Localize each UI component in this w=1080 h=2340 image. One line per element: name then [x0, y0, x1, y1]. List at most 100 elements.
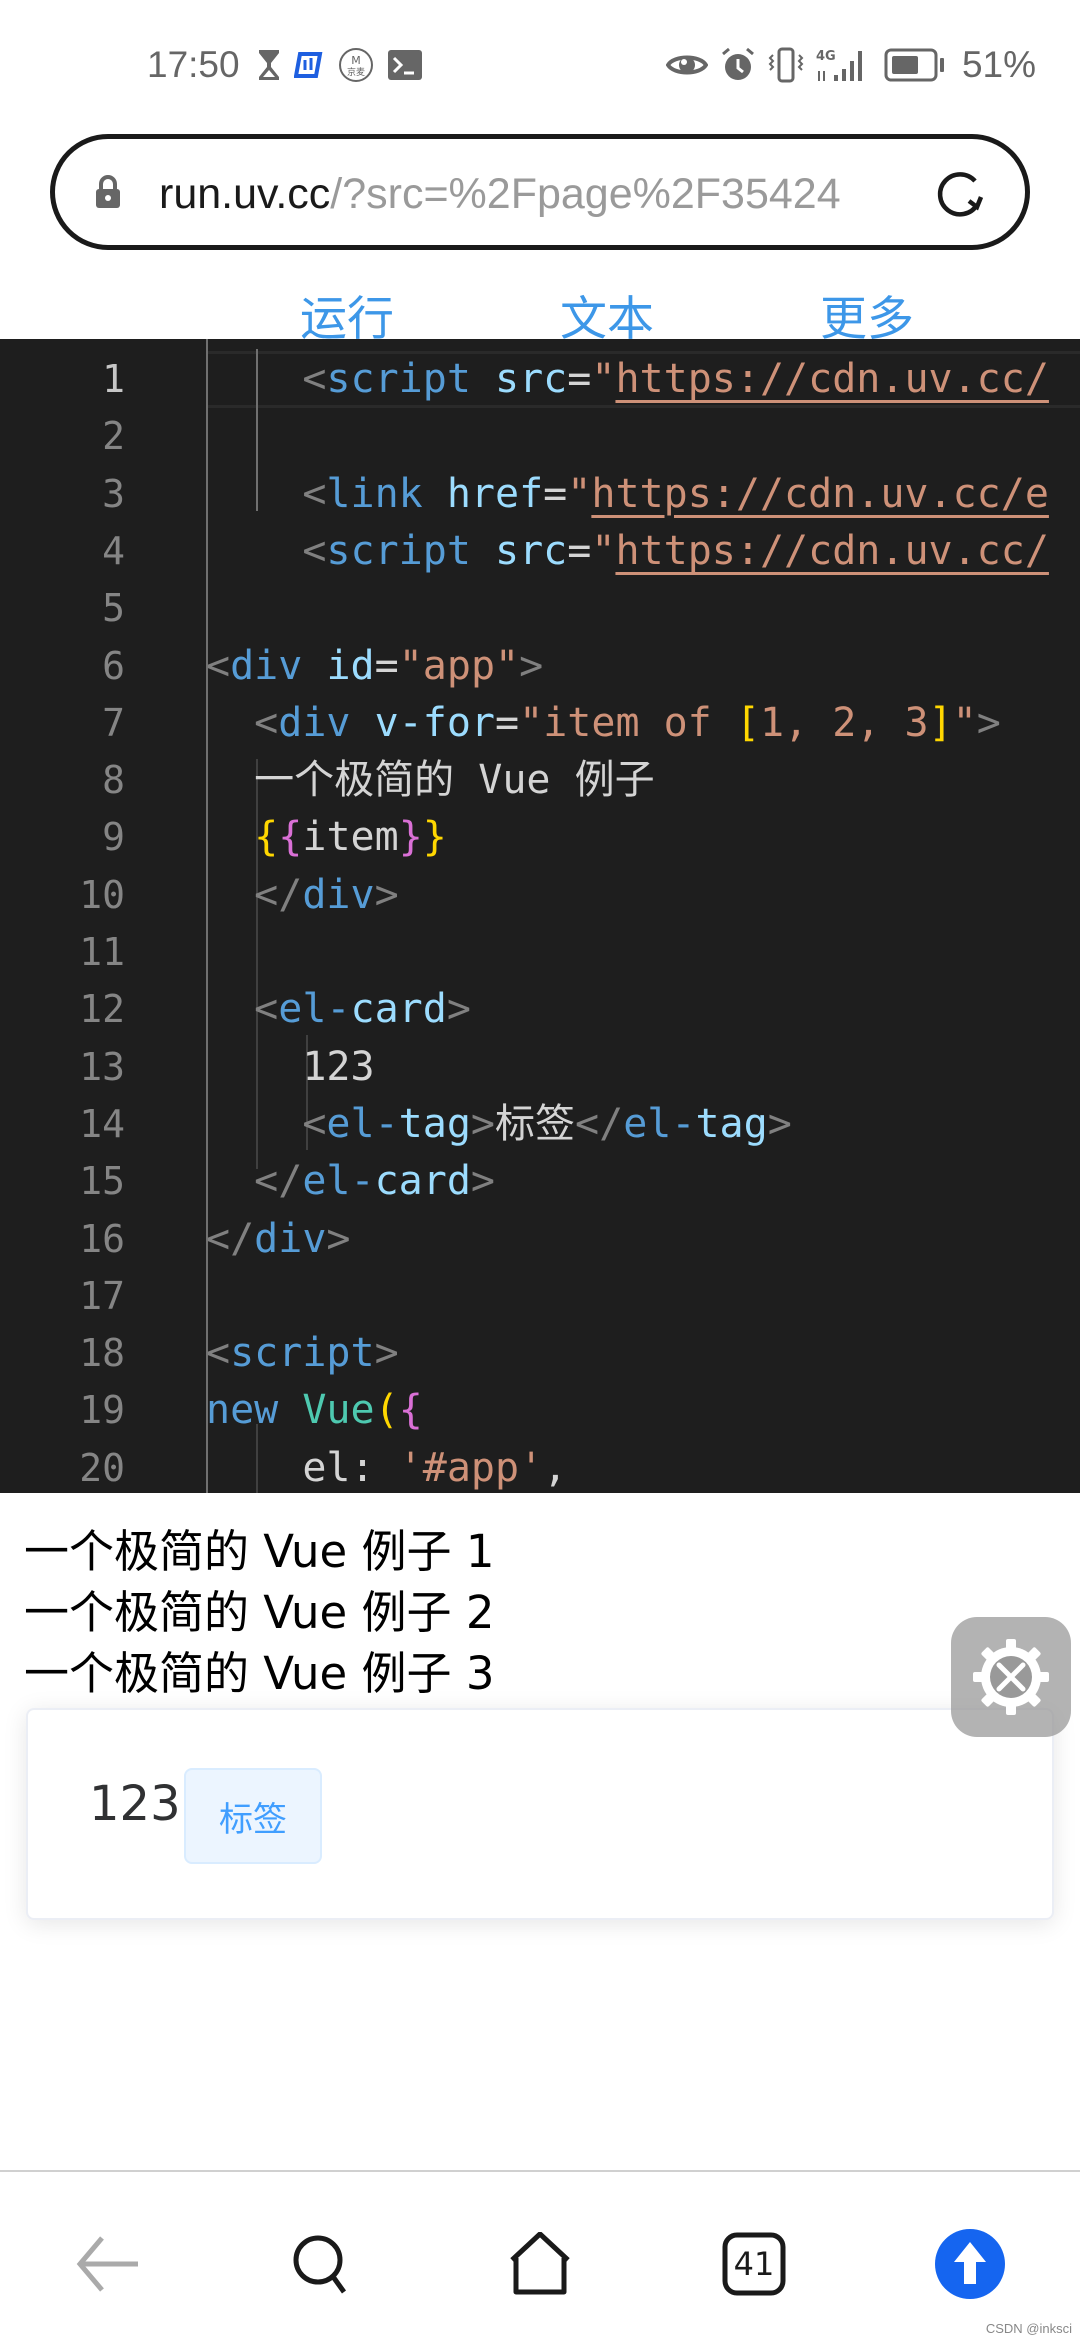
- url-host: run.uv.cc: [159, 170, 331, 218]
- code-token: v-for: [374, 699, 496, 746]
- tools-button[interactable]: [951, 1617, 1071, 1737]
- upload-button[interactable]: [930, 2224, 1010, 2304]
- code-line[interactable]: 11: [0, 924, 1080, 981]
- code-token: el-: [623, 1100, 696, 1147]
- code-content: </div>: [206, 867, 399, 924]
- app-notification-icon: [294, 50, 324, 80]
- line-number: 16: [79, 1216, 125, 1261]
- code-token: </: [206, 871, 303, 918]
- code-token: script: [230, 1330, 375, 1377]
- address-bar[interactable]: run.uv.cc/?src=%2Fpage%2F35424: [50, 134, 1030, 250]
- code-token: src: [495, 356, 568, 402]
- code-line[interactable]: 20 el: '#app',: [0, 1440, 1080, 1493]
- code-token: ": [952, 699, 977, 746]
- eye-icon: [665, 51, 708, 79]
- terminal-icon: [388, 50, 422, 80]
- code-line[interactable]: 13 123: [0, 1039, 1080, 1096]
- code-line[interactable]: 14 <el-tag>标签</el-tag>: [0, 1096, 1080, 1153]
- code-token: </: [575, 1100, 624, 1147]
- code-token: div: [230, 642, 303, 689]
- line-number: 15: [79, 1159, 125, 1204]
- search-button[interactable]: [282, 2224, 362, 2304]
- code-editor[interactable]: 1 <script src="https://cdn.uv.cc/2 3 <lin…: [0, 339, 1080, 1493]
- code-token: [: [735, 699, 760, 746]
- code-line[interactable]: 4 <script src="https://cdn.uv.cc/: [0, 523, 1080, 580]
- tab-count: 41: [733, 2245, 775, 2283]
- code-line[interactable]: 19 new Vue({: [0, 1382, 1080, 1439]
- notification-icons: M 京麦: [258, 47, 422, 83]
- code-line[interactable]: 3 <link href="https://cdn.uv.cc/e: [0, 466, 1080, 523]
- code-token: (: [374, 1387, 399, 1434]
- tabs-button[interactable]: 41: [714, 2224, 794, 2304]
- hourglass-icon: [258, 49, 280, 81]
- code-line[interactable]: 18 <script>: [0, 1325, 1080, 1382]
- line-number: 4: [102, 528, 125, 573]
- code-token: https://cdn.uv.cc/e: [591, 470, 1049, 517]
- code-content: <script src="https://cdn.uv.cc/: [206, 523, 1049, 580]
- line-number: 1: [102, 357, 125, 401]
- code-token: div: [302, 871, 375, 918]
- code-token: card: [374, 1158, 471, 1205]
- line-number: 19: [79, 1388, 125, 1433]
- code-token: }: [398, 814, 423, 861]
- code-line[interactable]: 7 <div v-for="item of [1, 2, 3]">: [0, 695, 1080, 752]
- home-button[interactable]: [500, 2224, 580, 2304]
- code-token: >: [767, 1100, 792, 1147]
- line-number: 8: [102, 758, 125, 803]
- code-token: 一个极简的 Vue 例子: [206, 757, 655, 804]
- card-text: 123: [89, 1776, 181, 1832]
- code-content: <el-card>: [206, 981, 471, 1038]
- code-line[interactable]: 1 <script src="https://cdn.uv.cc/: [0, 351, 1080, 408]
- code-line[interactable]: 9 {{item}}: [0, 809, 1080, 866]
- code-token: {: [254, 814, 279, 861]
- code-token: tag: [695, 1100, 768, 1147]
- code-token: }: [422, 814, 447, 861]
- svg-text:京麦: 京麦: [347, 66, 365, 78]
- home-icon: [508, 2232, 572, 2296]
- code-line[interactable]: 6 <div id="app">: [0, 638, 1080, 695]
- code-line[interactable]: 15 </el-card>: [0, 1153, 1080, 1210]
- code-token: =: [567, 356, 592, 402]
- reload-icon[interactable]: [931, 165, 987, 221]
- back-button[interactable]: [68, 2224, 148, 2304]
- code-token: </: [206, 1215, 255, 1262]
- code-token: '#app': [398, 1444, 544, 1491]
- code-token: <: [206, 1330, 231, 1377]
- code-line[interactable]: 17: [0, 1268, 1080, 1325]
- code-token: link: [326, 470, 423, 517]
- line-number: 14: [79, 1101, 125, 1146]
- code-token: >: [374, 1330, 399, 1377]
- url-text[interactable]: run.uv.cc/?src=%2Fpage%2F35424: [159, 170, 949, 219]
- code-token: <: [206, 1100, 327, 1147]
- code-line[interactable]: 10 </div>: [0, 867, 1080, 924]
- code-line[interactable]: 5: [0, 580, 1080, 637]
- code-line[interactable]: 8 一个极简的 Vue 例子: [0, 752, 1080, 809]
- output-line: 一个极简的 Vue 例子 2: [24, 1586, 495, 1639]
- code-token: new: [206, 1387, 279, 1434]
- code-token: div: [278, 699, 351, 746]
- code-line[interactable]: 2: [0, 408, 1080, 465]
- code-token: >: [326, 1215, 351, 1262]
- el-card: 123 标签: [26, 1708, 1054, 1920]
- code-token: <: [206, 642, 231, 689]
- back-icon: [76, 2234, 140, 2294]
- code-token: tag: [398, 1100, 471, 1147]
- browser-bottom-nav: 41 CSDN @inksci: [0, 2170, 1080, 2340]
- code-token: <: [206, 470, 327, 517]
- 4g-signal-icon: 4G: [816, 47, 872, 83]
- code-line[interactable]: 12 <el-card>: [0, 981, 1080, 1038]
- code-token: ": [591, 356, 616, 402]
- code-content: el: '#app',: [206, 1440, 567, 1493]
- code-token: https://cdn.uv.cc/: [615, 527, 1049, 574]
- code-line[interactable]: 16 </div>: [0, 1211, 1080, 1268]
- status-bar: 17:50 M 京麦 4G 51%: [0, 0, 1080, 130]
- code-token: <: [206, 356, 327, 402]
- code-token: >: [976, 699, 1001, 746]
- line-number: 20: [79, 1445, 125, 1490]
- code-token: script: [326, 527, 471, 574]
- line-number: 3: [102, 471, 125, 516]
- code-token: 1, 2, 3: [759, 699, 929, 746]
